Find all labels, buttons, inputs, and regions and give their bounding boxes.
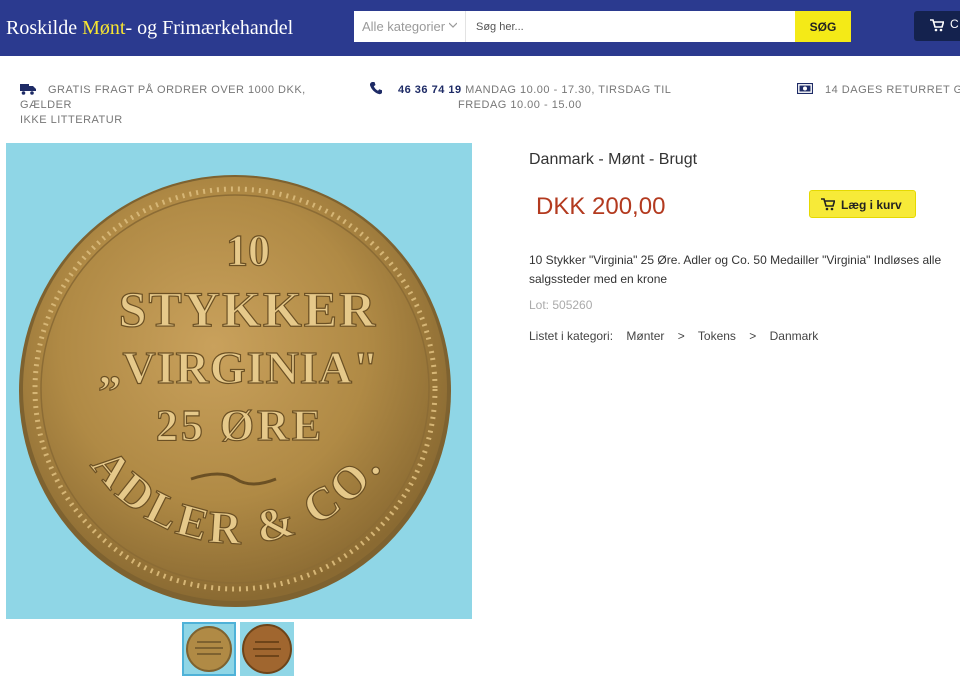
logo-text-1: Roskilde xyxy=(6,17,83,39)
header-cart-button[interactable]: C xyxy=(914,11,960,41)
phone-hours-1: MANDAG 10.00 - 17.30, TIRSDAG TIL xyxy=(461,84,672,96)
phone-info: 46 36 74 19 MANDAG 10.00 - 17.30, TIRSDA… xyxy=(370,82,700,113)
product-lot: Lot: 505260 xyxy=(529,298,593,312)
shipping-info: GRATIS FRAGT PÅ ORDRER OVER 1000 DKK, GÆ… xyxy=(20,83,350,128)
thumbnail-back[interactable] xyxy=(240,622,294,676)
coin-text-2: STYKKER xyxy=(119,281,378,337)
coin-text-3: „VIRGINIA" xyxy=(99,342,380,393)
thumbnail-front-image xyxy=(186,626,232,672)
search-bar: Alle kategorier SØG xyxy=(354,11,851,42)
shipping-text-1: GRATIS FRAGT PÅ ORDRER OVER 1000 DKK, GÆ… xyxy=(20,84,306,111)
category-select[interactable]: Alle kategorier xyxy=(354,11,466,42)
category-breadcrumb: Listet i kategori: Mønter > Tokens > Dan… xyxy=(529,329,828,343)
logo-text-accent: Mønt xyxy=(82,17,126,39)
product-price: DKK 200,00 xyxy=(536,193,666,220)
money-icon xyxy=(797,83,813,94)
phone-number[interactable]: 46 36 74 19 xyxy=(398,84,462,96)
header-cart-label: C xyxy=(950,17,959,31)
coin-image: 10 STYKKER „VIRGINIA" 25 ØRE ADLER & CO. xyxy=(19,175,451,607)
coin-text-1: 10 xyxy=(226,226,270,275)
category-link-moenter[interactable]: Mønter xyxy=(626,329,664,343)
category-link-tokens[interactable]: Tokens xyxy=(698,329,736,343)
site-logo[interactable]: Roskilde Mønt- og Frimærkehandel xyxy=(6,17,293,40)
category-link-danmark[interactable]: Danmark xyxy=(770,329,819,343)
cart-icon xyxy=(930,19,944,32)
site-header: Roskilde Mønt- og Frimærkehandel Alle ka… xyxy=(0,0,960,56)
truck-icon xyxy=(20,84,36,95)
phone-icon xyxy=(370,82,382,95)
category-select-label: Alle kategorier xyxy=(362,19,446,34)
search-button[interactable]: SØG xyxy=(795,11,851,42)
info-bar: GRATIS FRAGT PÅ ORDRER OVER 1000 DKK, GÆ… xyxy=(0,56,960,126)
breadcrumb-separator: > xyxy=(749,329,757,343)
coin-text-4: 25 ØRE xyxy=(156,401,324,450)
chevron-down-icon xyxy=(449,22,457,28)
product-title: Danmark - Mønt - Brugt xyxy=(529,151,698,168)
product-description: 10 Stykker "Virginia" 25 Øre. Adler og C… xyxy=(529,253,942,286)
returns-text: 14 DAGES RETURRET GAR xyxy=(825,84,960,96)
add-to-cart-label: Læg i kurv xyxy=(841,198,902,212)
add-to-cart-button[interactable]: Læg i kurv xyxy=(809,190,916,218)
returns-info: 14 DAGES RETURRET GAR xyxy=(797,83,960,98)
logo-text-2: - og Frimærkehandel xyxy=(125,17,294,39)
shipping-text-2: IKKE LITTERATUR xyxy=(20,114,123,126)
product-main-image[interactable]: 10 STYKKER „VIRGINIA" 25 ØRE ADLER & CO. xyxy=(6,143,472,619)
breadcrumb-separator: > xyxy=(677,329,685,343)
phone-hours-2: FREDAG 10.00 - 15.00 xyxy=(458,99,582,111)
cart-icon xyxy=(821,198,835,211)
thumbnail-front[interactable] xyxy=(182,622,236,676)
search-input[interactable] xyxy=(470,11,790,42)
category-label: Listet i kategori: xyxy=(529,329,614,343)
thumbnail-back-image xyxy=(242,624,292,674)
